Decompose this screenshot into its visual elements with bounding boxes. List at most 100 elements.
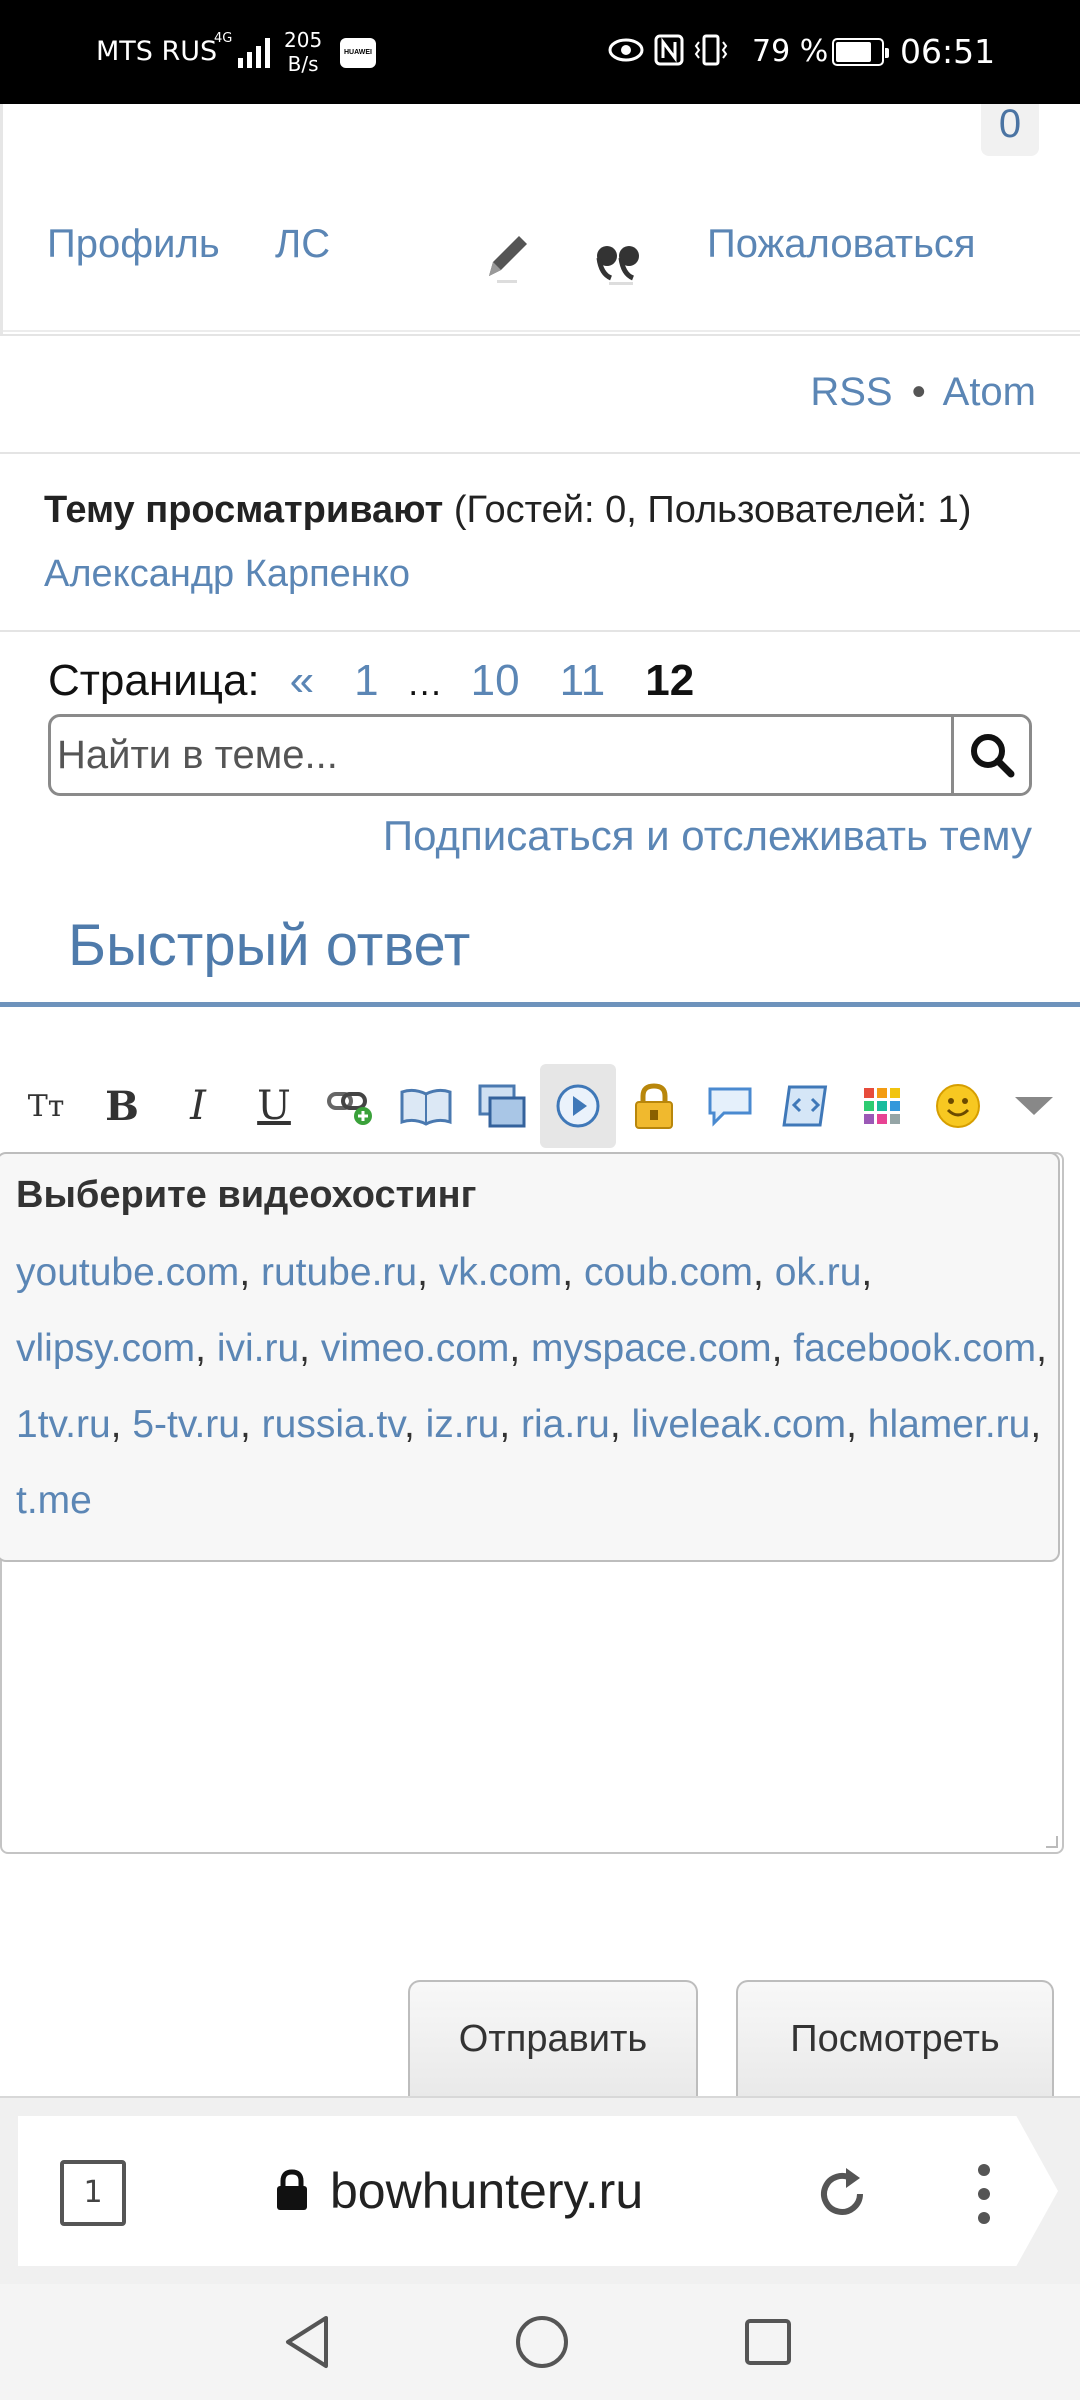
resize-handle[interactable] — [1046, 1836, 1058, 1848]
menu-dots-icon[interactable] — [972, 2162, 996, 2226]
host-separator: , — [562, 1251, 584, 1294]
link-icon — [327, 1092, 372, 1125]
home-icon[interactable] — [514, 2314, 570, 2370]
images-icon — [478, 1084, 526, 1128]
code-button[interactable] — [768, 1064, 844, 1148]
feeds-separator: • — [911, 370, 926, 414]
topic-viewers: Тему просматривают (Гостей: 0, Пользоват… — [44, 478, 1044, 606]
atom-link[interactable]: Atom — [943, 370, 1036, 414]
url-text[interactable]: bowhuntery.ru — [330, 2162, 643, 2220]
play-video-icon — [556, 1084, 600, 1128]
host-separator: , — [1030, 1403, 1042, 1446]
host-separator: , — [239, 1403, 262, 1446]
report-link[interactable]: Пожаловаться — [707, 222, 976, 267]
topic-search — [48, 714, 1032, 796]
edit-pencil-icon[interactable] — [481, 232, 531, 284]
host-separator: , — [417, 1251, 439, 1294]
search-input[interactable] — [51, 717, 955, 793]
host-separator: , — [499, 1403, 521, 1446]
subscribe-link[interactable]: Подписаться и отслеживать тему — [383, 812, 1032, 860]
rss-link[interactable]: RSS — [810, 370, 892, 414]
host-separator: , — [771, 1327, 794, 1370]
book-button[interactable] — [388, 1064, 464, 1148]
search-button[interactable] — [951, 717, 1029, 793]
bold-button[interactable]: B — [84, 1064, 160, 1148]
video-host-link[interactable]: coub.com — [584, 1251, 753, 1294]
spoiler-button[interactable] — [692, 1064, 768, 1148]
back-icon[interactable] — [282, 2314, 332, 2370]
video-host-link[interactable]: t.me — [16, 1479, 92, 1522]
link-button[interactable] — [312, 1064, 388, 1148]
video-host-list: youtube.com, rutube.ru, vk.com, coub.com… — [16, 1235, 1056, 1539]
status-bar: MTS RUS 4G 205 B/s HUAWEI 79 % 06:51 — [0, 0, 1080, 104]
viewer-user-link[interactable]: Александр Карпенко — [44, 553, 410, 595]
video-host-link[interactable]: liveleak.com — [632, 1403, 847, 1446]
video-host-link[interactable]: facebook.com — [793, 1327, 1036, 1370]
nfc-icon — [654, 34, 684, 66]
video-host-link[interactable]: russia.tv — [262, 1403, 404, 1446]
quick-reply-title[interactable]: Быстрый ответ — [68, 912, 470, 979]
host-separator: , — [195, 1327, 217, 1370]
secure-lock-icon[interactable] — [274, 2168, 310, 2212]
quote-icon[interactable] — [595, 242, 643, 286]
divider — [3, 330, 1080, 332]
host-separator: , — [110, 1403, 133, 1446]
post-actions-bar: 0 Профиль ЛС Пожаловаться — [0, 104, 1080, 334]
pagination: Страница: « 1 … 10 11 12 — [48, 656, 694, 706]
page-link-11[interactable]: 11 — [560, 656, 606, 706]
table-button[interactable] — [844, 1064, 920, 1148]
pm-link[interactable]: ЛС — [275, 222, 330, 267]
host-separator: , — [861, 1251, 873, 1294]
smiley-button[interactable] — [920, 1064, 996, 1148]
video-host-link[interactable]: 1tv.ru — [16, 1403, 111, 1446]
speech-bubble-icon — [708, 1087, 752, 1127]
video-host-link[interactable]: 5-tv.ru — [132, 1403, 240, 1446]
page-ellipsis: … — [406, 662, 443, 703]
video-host-link[interactable]: rutube.ru — [261, 1251, 417, 1294]
more-button[interactable] — [996, 1064, 1072, 1148]
code-icon — [782, 1085, 828, 1127]
video-host-link[interactable]: vk.com — [439, 1251, 563, 1294]
video-host-link[interactable]: youtube.com — [16, 1251, 239, 1294]
recent-apps-icon[interactable] — [744, 2318, 792, 2366]
pagination-label: Страница: — [48, 656, 260, 705]
video-host-link[interactable]: myspace.com — [531, 1327, 772, 1370]
host-separator: , — [846, 1403, 868, 1446]
video-host-link[interactable]: vimeo.com — [321, 1327, 510, 1370]
host-separator: , — [753, 1251, 775, 1294]
video-host-link[interactable]: ria.ru — [521, 1403, 610, 1446]
page-link-1[interactable]: 1 — [354, 656, 378, 706]
host-separator: , — [1036, 1327, 1047, 1370]
viewers-label: Тему просматривают — [44, 489, 444, 531]
underline-button[interactable]: U — [236, 1064, 312, 1148]
tabs-button[interactable]: 1 — [60, 2160, 126, 2226]
host-separator: , — [239, 1251, 261, 1294]
video-host-link[interactable]: ok.ru — [775, 1251, 862, 1294]
send-button[interactable]: Отправить — [408, 1980, 698, 2096]
host-separator: , — [299, 1327, 321, 1370]
page-prev[interactable]: « — [290, 656, 314, 706]
preview-button[interactable]: Посмотреть — [736, 1980, 1054, 2096]
profile-link[interactable]: Профиль — [47, 222, 220, 267]
video-host-link[interactable]: hlamer.ru — [868, 1403, 1031, 1446]
browser-toolbar: 1 bowhuntery.ru — [0, 2096, 1080, 2284]
gallery-button[interactable] — [464, 1064, 540, 1148]
book-icon — [400, 1088, 452, 1126]
video-host-link[interactable]: iz.ru — [426, 1403, 500, 1446]
network-type: 4G — [214, 31, 233, 46]
video-host-link[interactable]: vlipsy.com — [16, 1327, 195, 1370]
host-separator: , — [403, 1403, 426, 1446]
system-nav-bar — [0, 2284, 1080, 2400]
battery-icon — [832, 38, 889, 66]
video-button[interactable] — [540, 1064, 616, 1148]
italic-button[interactable]: I — [160, 1064, 236, 1148]
network-speed: 205 B/s — [284, 28, 323, 76]
signal-icon — [238, 38, 270, 68]
page-link-10[interactable]: 10 — [471, 656, 520, 706]
post-rating-badge[interactable]: 0 — [981, 104, 1039, 156]
video-host-popup: Выберите видеохостинг youtube.com, rutub… — [0, 1152, 1060, 1562]
video-host-link[interactable]: ivi.ru — [217, 1327, 299, 1370]
hide-button[interactable] — [616, 1064, 692, 1148]
font-size-button[interactable]: Tт — [8, 1064, 84, 1148]
reload-icon[interactable] — [812, 2164, 872, 2224]
